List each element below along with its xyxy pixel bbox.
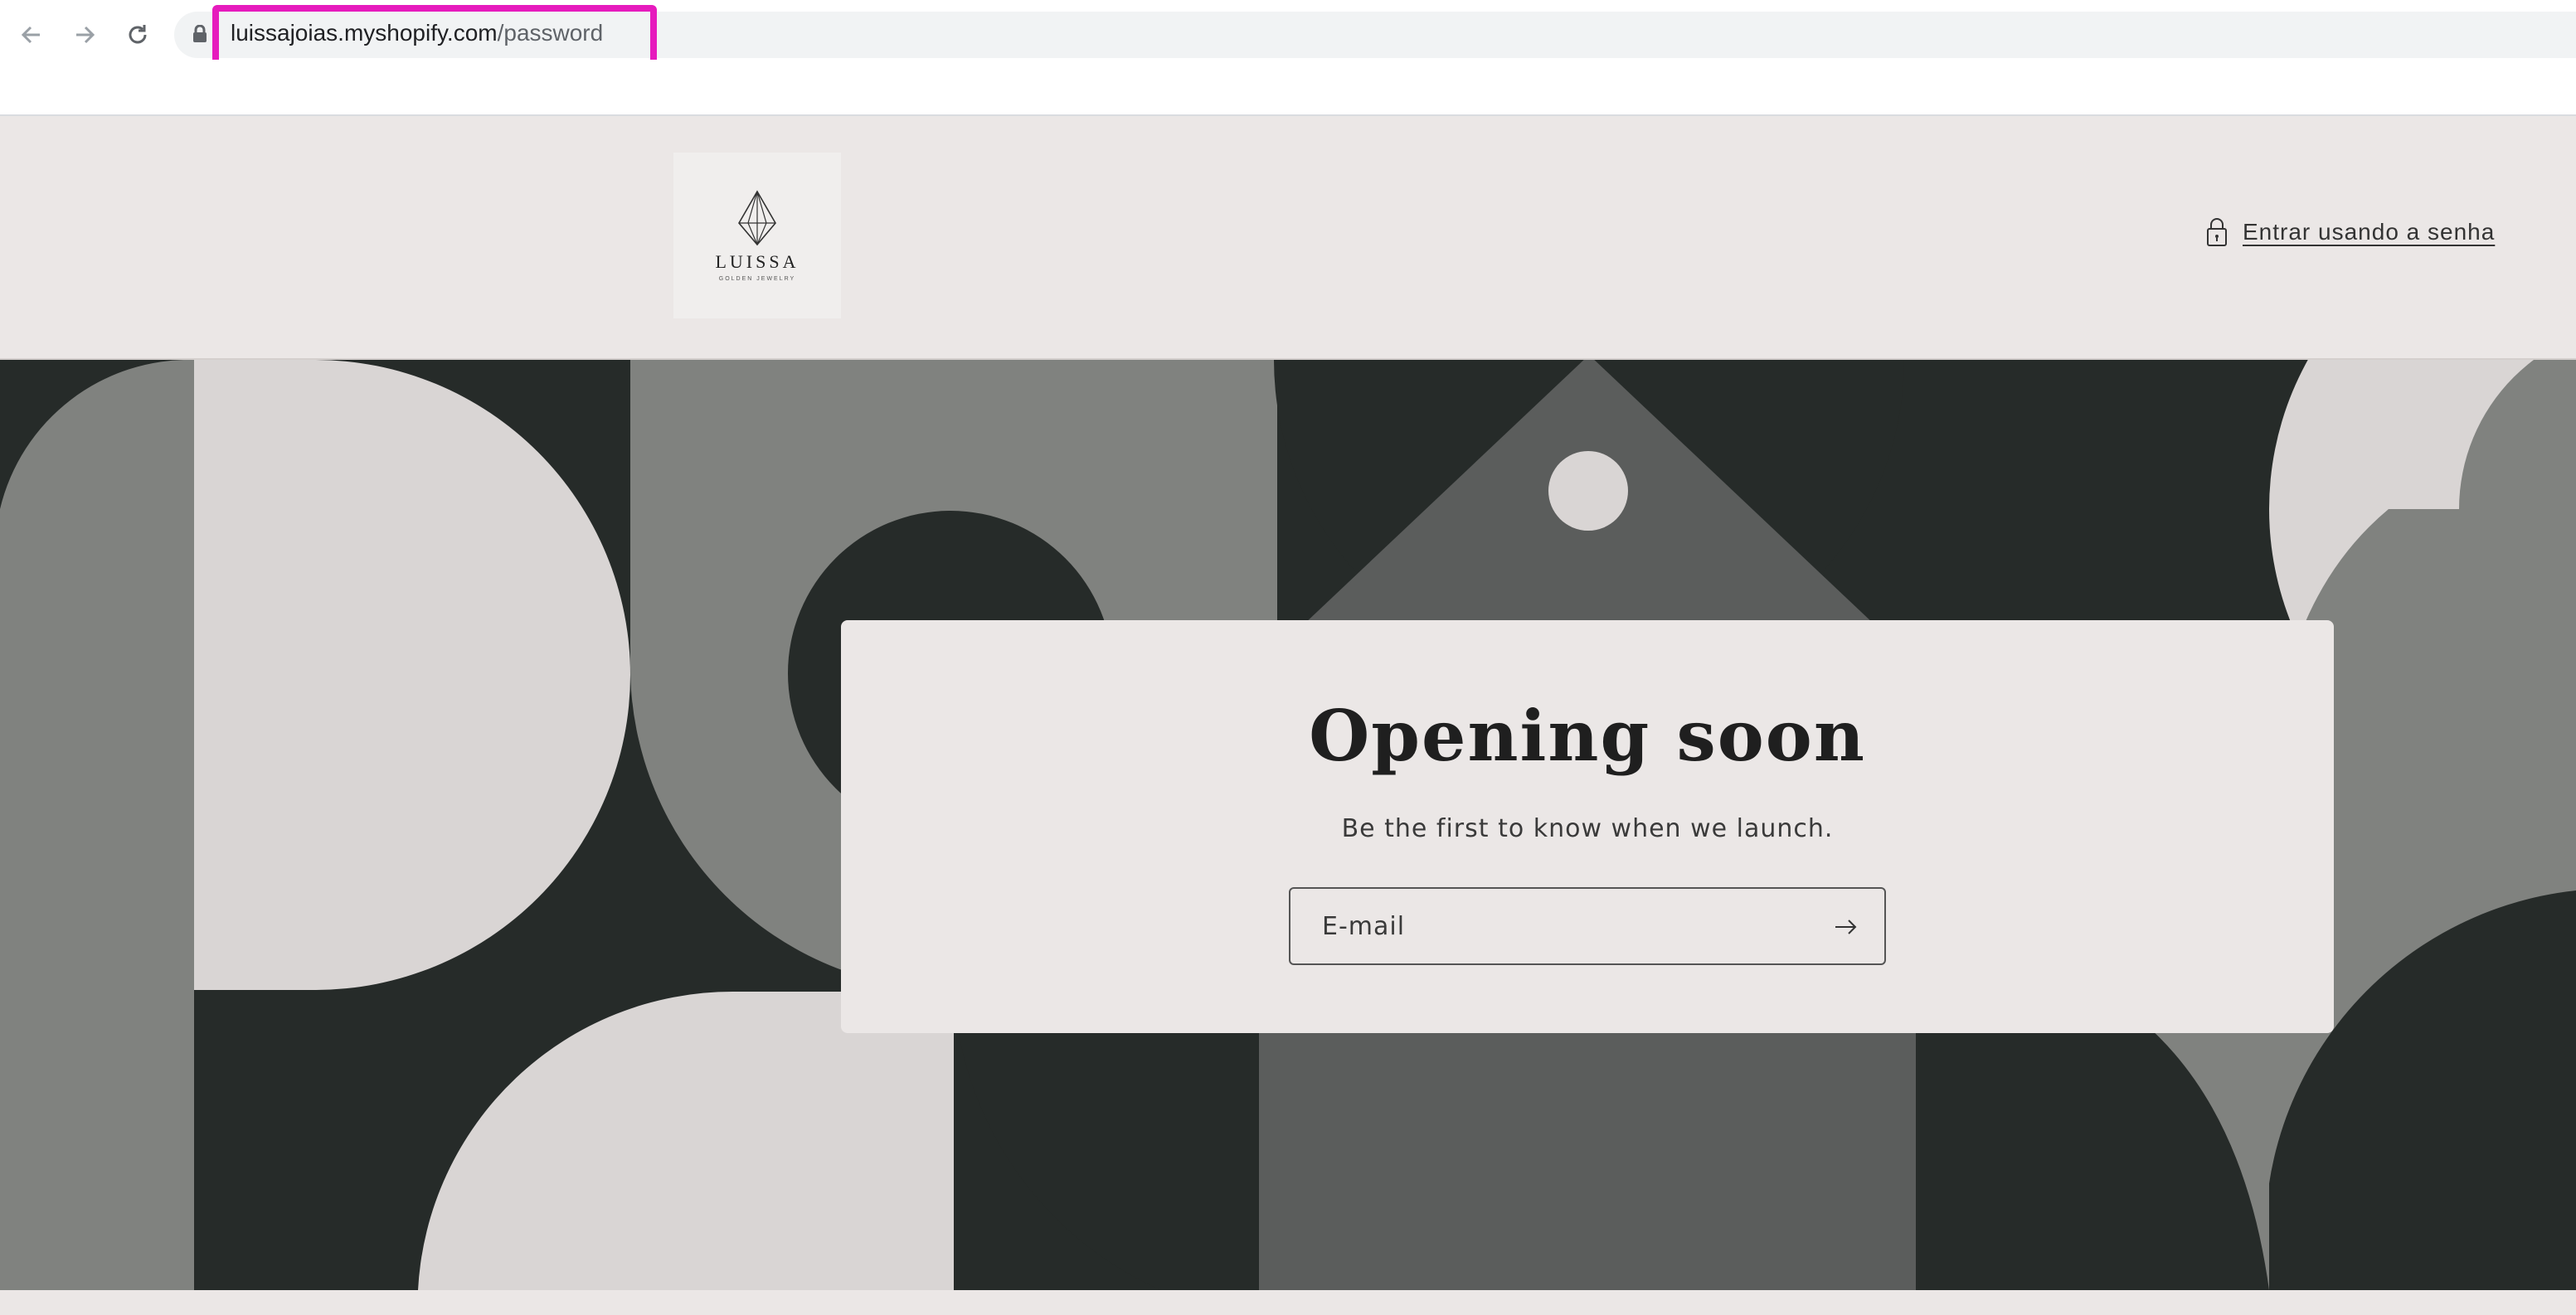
page-title: Opening soon bbox=[1309, 695, 1866, 777]
newsletter-card: Opening soon Be the first to know when w… bbox=[841, 620, 2334, 1033]
password-login-link[interactable]: Entrar usando a senha bbox=[2206, 217, 2495, 247]
forward-arrow-icon bbox=[76, 26, 95, 44]
lock-icon bbox=[193, 25, 207, 42]
password-login-label: Entrar usando a senha bbox=[2243, 219, 2496, 245]
diamond-logo-icon bbox=[738, 189, 776, 245]
reload-icon bbox=[129, 25, 147, 44]
logo-tagline: GOLDEN JEWELRY bbox=[718, 275, 796, 282]
url-text[interactable]: luissajoias.myshopify.com/password bbox=[231, 20, 603, 46]
arrow-right-icon bbox=[1835, 920, 1857, 934]
shop-header bbox=[0, 118, 2576, 360]
email-field[interactable] bbox=[1289, 887, 1886, 965]
bookmarks-bar bbox=[0, 60, 2576, 159]
store-logo[interactable]: LUISSA GOLDEN JEWELRY bbox=[673, 153, 841, 318]
browser-toolbar: luissajoias.myshopify.com/password bbox=[0, 0, 2576, 66]
padlock-icon bbox=[2207, 218, 2227, 246]
url-path: /password bbox=[497, 20, 604, 46]
url-domain: luissajoias.myshopify.com bbox=[231, 20, 498, 46]
reload-button[interactable] bbox=[118, 15, 158, 55]
back-arrow-icon bbox=[21, 26, 40, 44]
page-bottom-strip bbox=[0, 1290, 2576, 1315]
forward-button[interactable] bbox=[65, 15, 104, 55]
subscribe-button[interactable] bbox=[1826, 907, 1866, 947]
email-input[interactable] bbox=[1322, 889, 1786, 963]
newsletter-subtitle: Be the first to know when we launch. bbox=[1341, 814, 1834, 843]
back-button[interactable] bbox=[12, 15, 51, 55]
logo-name: LUISSA bbox=[715, 250, 800, 272]
